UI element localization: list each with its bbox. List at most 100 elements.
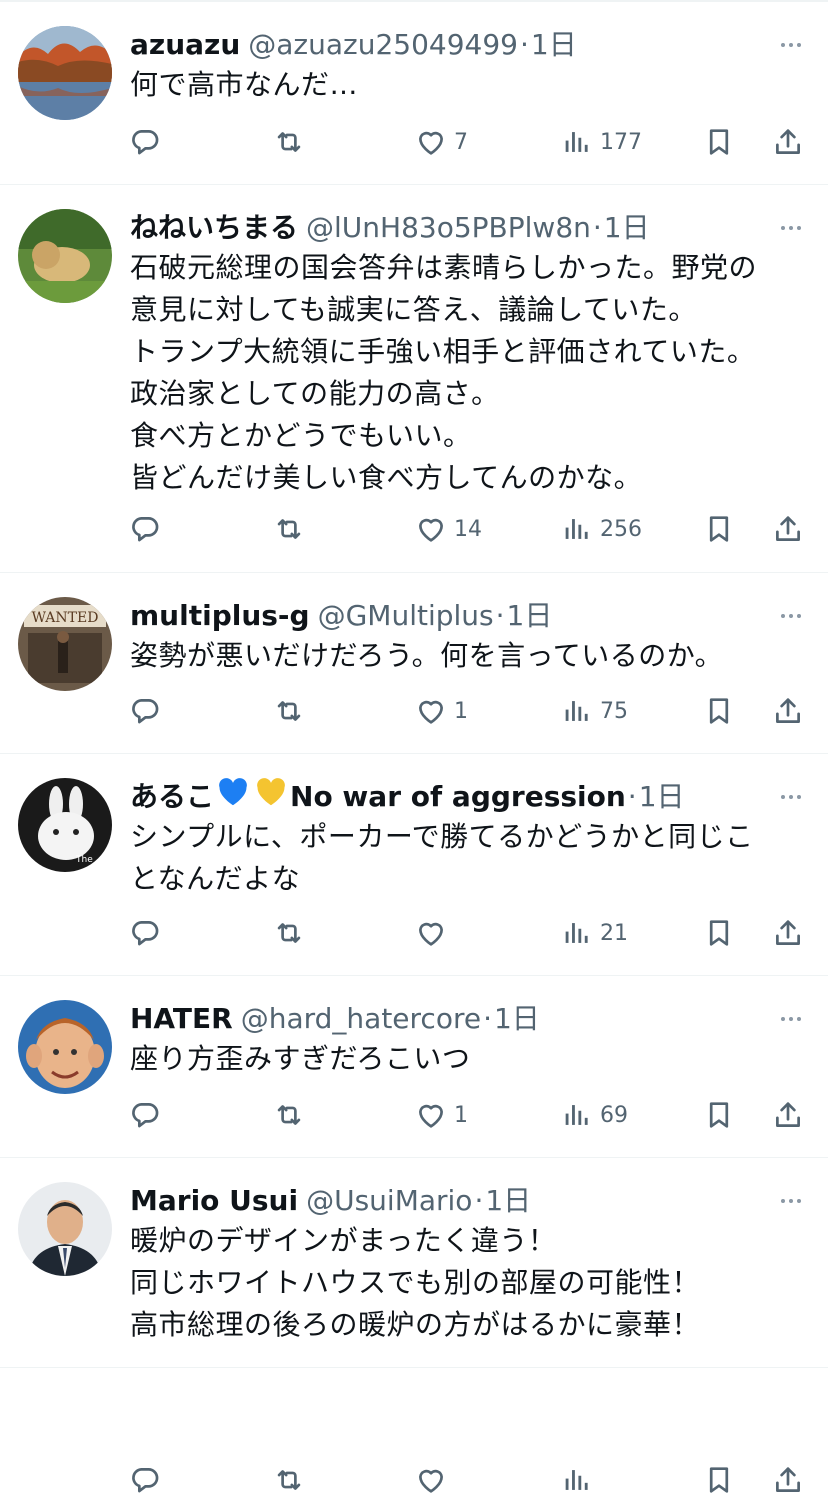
views-count: 69: [600, 1102, 628, 1128]
retweet-button[interactable]: [272, 120, 306, 164]
retweet-icon: [272, 512, 306, 546]
tweet-text: 座り方歪みすぎだろこいつ: [130, 1042, 471, 1075]
reply-button[interactable]: [128, 689, 162, 733]
display-name[interactable]: azuazu: [130, 24, 240, 66]
retweet-button[interactable]: [272, 689, 306, 733]
share-icon: [771, 512, 805, 546]
tweet-header: Mario Usui @UsuiMario · 1日: [130, 1180, 758, 1222]
tweet[interactable]: The あるこ No war of aggression · 1日 シンプルに、…: [0, 754, 828, 976]
bookmark-icon: [702, 694, 736, 728]
reply-button[interactable]: [128, 120, 162, 164]
share-button[interactable]: [771, 1093, 805, 1137]
bookmark-icon: [702, 1098, 736, 1132]
bookmark-button[interactable]: [702, 911, 736, 955]
user-handle[interactable]: @hard_hatercore: [241, 998, 481, 1040]
reply-button[interactable]: [128, 1458, 162, 1502]
like-icon: [414, 1463, 448, 1497]
like-icon: [414, 512, 448, 546]
bookmark-button[interactable]: [702, 507, 736, 551]
views-icon: [560, 916, 594, 950]
views-icon: [560, 1463, 594, 1497]
avatar[interactable]: [18, 209, 112, 303]
user-handle[interactable]: @lUnH83o5PBPlw8n: [306, 207, 591, 249]
views-icon: [560, 125, 594, 159]
display-name[interactable]: multiplus-g: [130, 595, 310, 637]
retweet-button[interactable]: [272, 1458, 306, 1502]
more-icon[interactable]: [776, 1004, 806, 1034]
user-handle[interactable]: @GMultiplus: [318, 595, 494, 637]
more-icon[interactable]: [776, 782, 806, 812]
user-handle[interactable]: @UsuiMario: [306, 1180, 472, 1222]
bookmark-button[interactable]: [702, 1093, 736, 1137]
avatar[interactable]: The: [18, 778, 112, 872]
like-button[interactable]: 14: [414, 507, 482, 551]
views-button[interactable]: 75: [560, 689, 628, 733]
user-handle[interactable]: @azuazu25049499: [248, 24, 518, 66]
avatar[interactable]: WANTED: [18, 597, 112, 691]
retweet-button[interactable]: [272, 507, 306, 551]
tweet-header: multiplus-g @GMultiplus · 1日: [130, 595, 758, 637]
tweet[interactable]: WANTED multiplus-g @GMultiplus · 1日 姿勢が悪…: [0, 573, 828, 754]
share-button[interactable]: [771, 911, 805, 955]
reply-icon: [128, 916, 162, 950]
tweet-text: 石破元総理の国会答弁は素晴らしかった。野党の 意見に対しても誠実に答え、議論して…: [130, 251, 758, 494]
display-name[interactable]: ねねいちまる: [130, 207, 298, 249]
views-count: 177: [600, 129, 642, 155]
more-icon[interactable]: [776, 1186, 806, 1216]
reply-button[interactable]: [128, 507, 162, 551]
retweet-icon: [272, 1463, 306, 1497]
reply-button[interactable]: [128, 911, 162, 955]
share-button[interactable]: [771, 1458, 805, 1502]
bookmark-button[interactable]: [702, 689, 736, 733]
retweet-button[interactable]: [272, 1093, 306, 1137]
tweet-text: 姿勢が悪いだけだろう。何を言っているのか。: [130, 639, 724, 672]
bookmark-button[interactable]: [702, 120, 736, 164]
separator-dot: ·: [495, 599, 505, 632]
reply-icon: [128, 512, 162, 546]
retweet-button[interactable]: [272, 911, 306, 955]
reply-button[interactable]: [128, 1093, 162, 1137]
share-button[interactable]: [771, 507, 805, 551]
reply-feed: azuazu @azuazu25049499 · 1日 何で高市なんだ… 7 1…: [0, 2, 828, 1493]
views-button[interactable]: 256: [560, 507, 642, 551]
like-button[interactable]: 1: [414, 689, 468, 733]
more-icon[interactable]: [776, 213, 806, 243]
timestamp[interactable]: 1日: [494, 998, 540, 1040]
tweet[interactable]: HATER @hard_hatercore · 1日 座り方歪みすぎだろこいつ …: [0, 976, 828, 1158]
like-button[interactable]: 7: [414, 120, 468, 164]
like-button[interactable]: [414, 1458, 448, 1502]
share-button[interactable]: [771, 689, 805, 733]
timestamp[interactable]: 1日: [485, 1180, 531, 1222]
tweet-header: あるこ No war of aggression · 1日: [130, 776, 758, 818]
views-icon: [560, 1098, 594, 1132]
action-bar: 14 256: [128, 507, 810, 551]
display-name-suffix[interactable]: No war of aggression: [290, 776, 626, 818]
like-button[interactable]: [414, 911, 448, 955]
like-button[interactable]: 1: [414, 1093, 468, 1137]
separator-dot: ·: [519, 28, 529, 61]
share-button[interactable]: [771, 120, 805, 164]
like-count: 14: [454, 516, 482, 542]
tweet[interactable]: Mario Usui @UsuiMario · 1日 暖炉のデザインがまったく違…: [0, 1158, 828, 1493]
timestamp[interactable]: 1日: [531, 24, 577, 66]
display-name[interactable]: あるこ: [130, 776, 214, 818]
avatar[interactable]: [18, 1000, 112, 1094]
more-icon[interactable]: [776, 30, 806, 60]
bookmark-button[interactable]: [702, 1458, 736, 1502]
display-name[interactable]: HATER: [130, 998, 233, 1040]
avatar[interactable]: [18, 26, 112, 120]
timestamp[interactable]: 1日: [604, 207, 650, 249]
views-button[interactable]: 21: [560, 911, 628, 955]
tweet[interactable]: azuazu @azuazu25049499 · 1日 何で高市なんだ… 7 1…: [0, 2, 828, 185]
more-icon[interactable]: [776, 601, 806, 631]
avatar[interactable]: [18, 1182, 112, 1276]
tweet-header: ねねいちまる @lUnH83o5PBPlw8n · 1日: [130, 207, 758, 249]
tweet[interactable]: ねねいちまる @lUnH83o5PBPlw8n · 1日 石破元総理の国会答弁は…: [0, 185, 828, 573]
views-button[interactable]: [560, 1458, 594, 1502]
timestamp[interactable]: 1日: [507, 595, 553, 637]
timestamp[interactable]: 1日: [639, 776, 685, 818]
display-name[interactable]: Mario Usui: [130, 1180, 298, 1222]
views-button[interactable]: 69: [560, 1093, 628, 1137]
like-count: 7: [454, 129, 468, 155]
views-button[interactable]: 177: [560, 120, 642, 164]
